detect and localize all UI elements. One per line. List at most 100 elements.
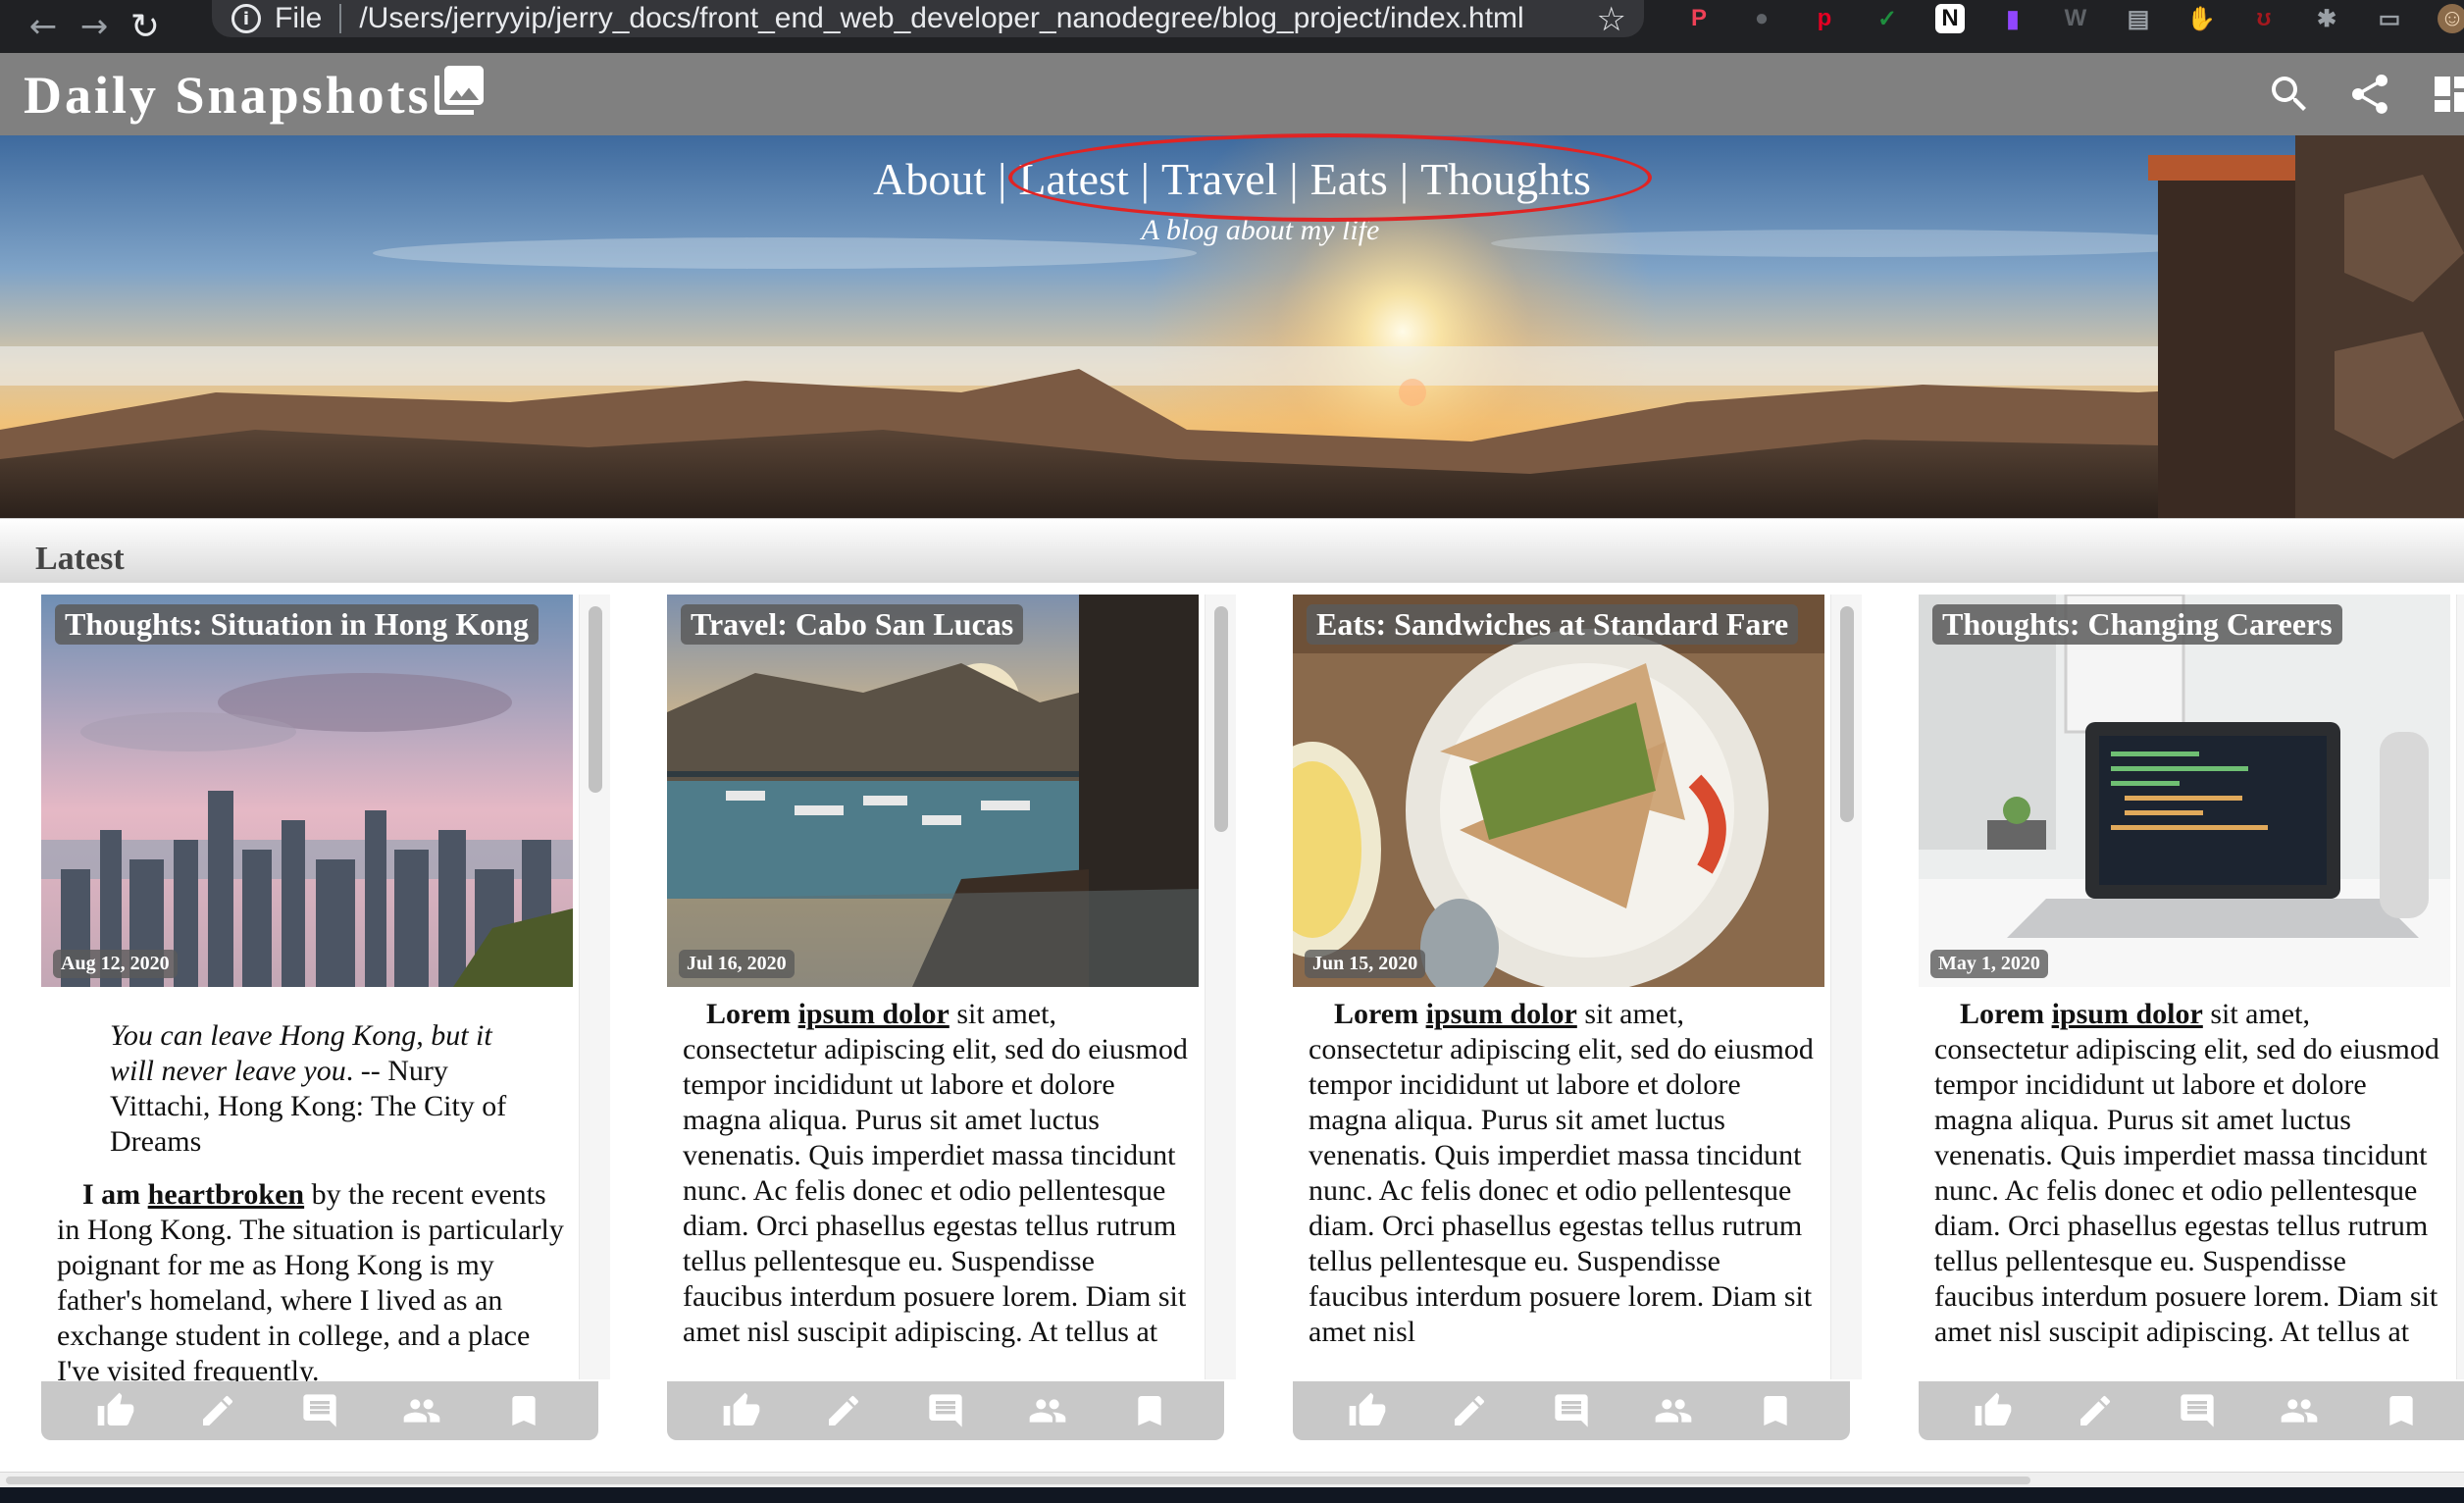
bookmark-button[interactable] [1752, 1387, 1799, 1434]
thumb-up-button[interactable] [718, 1387, 765, 1434]
card-scrollbar[interactable] [2456, 595, 2464, 1379]
comment-button[interactable] [1548, 1387, 1595, 1434]
page-scroll-thumb[interactable] [6, 1477, 2030, 1484]
bookmark-star-icon[interactable]: ☆ [1597, 0, 1626, 39]
pocket-icon[interactable]: P [1668, 0, 1730, 37]
comment-button[interactable] [296, 1387, 343, 1434]
edit-icon [2080, 1395, 2111, 1425]
share-icon[interactable] [2346, 71, 2393, 118]
post-excerpt: Lorem ipsum dolor sit amet, consectetur … [1934, 997, 2446, 1381]
doc-icon-glyph: ▤ [2127, 5, 2150, 32]
people-button[interactable] [398, 1387, 445, 1434]
forward-icon[interactable]: → [69, 0, 120, 53]
post-card-hong-kong[interactable]: Thoughts: Situation in Hong Kong Aug 12,… [41, 595, 616, 1440]
card-action-bar [1293, 1381, 1850, 1440]
bookmark-button[interactable] [500, 1387, 547, 1434]
puzzle-icon-glyph: ✱ [2316, 5, 2337, 32]
check-icon[interactable]: ✓ [1856, 0, 1919, 37]
post-category-title[interactable]: Thoughts: Situation in Hong Kong [55, 604, 539, 645]
avatar-glyph: ☺ [2438, 4, 2464, 33]
twitch-icon[interactable]: ▮ [1981, 0, 2044, 37]
post-image[interactable]: Thoughts: Changing Careers May 1, 2020 [1919, 595, 2450, 987]
post-card-careers[interactable]: Thoughts: Changing Careers May 1, 2020 L… [1919, 595, 2464, 1440]
w-icon[interactable]: W [2044, 0, 2107, 37]
post-category-title[interactable]: Eats: Sandwiches at Standard Fare [1307, 604, 1799, 645]
site-header: Daily Snapshots [0, 53, 2464, 135]
back-icon[interactable]: ← [18, 0, 69, 53]
card-scrollbar[interactable] [579, 595, 610, 1379]
post-category-title[interactable]: Thoughts: Changing Careers [1932, 604, 2342, 645]
nav-link-about[interactable]: About [873, 154, 986, 204]
post-image[interactable]: Eats: Sandwiches at Standard Fare Jun 15… [1293, 595, 1824, 987]
info-icon[interactable]: i [231, 4, 261, 33]
avatar[interactable]: ☺ [2421, 0, 2464, 37]
card-scroll-thumb[interactable] [589, 606, 602, 793]
post-body: sit amet, consectetur adipiscing elit, s… [1934, 998, 2439, 1348]
url-text[interactable]: /Users/jerryyip/jerry_docs/front_end_web… [359, 2, 1523, 35]
extension-toolbar: P ● p ✓ N ▮ W ▤ ✋ ʊ ✱ ▭ ☺ [1668, 0, 2464, 37]
cast-icon[interactable]: ▭ [2358, 0, 2421, 37]
card-action-bar [41, 1381, 598, 1440]
post-paragraph: Lorem ipsum dolor sit amet, consectetur … [1934, 997, 2446, 1350]
notion-icon-glyph: N [1935, 4, 1965, 33]
circle-icon-glyph: ● [1754, 5, 1770, 31]
post-image[interactable]: Travel: Cabo San Lucas Jul 16, 2020 [667, 595, 1199, 987]
thumb-up-button[interactable] [1970, 1387, 2017, 1434]
post-link[interactable]: ipsum dolor [798, 998, 950, 1030]
thumb-up-icon [1975, 1392, 2012, 1425]
hand-icon-glyph: ✋ [2186, 5, 2216, 32]
edit-button[interactable] [2072, 1387, 2119, 1434]
card-scrollbar[interactable] [1830, 595, 1862, 1379]
post-card-cabo[interactable]: Travel: Cabo San Lucas Jul 16, 2020 Lore… [667, 595, 1242, 1440]
pinterest-icon-glyph: p [1817, 5, 1832, 31]
post-link[interactable]: heartbroken [148, 1178, 304, 1211]
page-horizontal-scrollbar[interactable] [0, 1472, 2464, 1487]
card-scroll-thumb[interactable] [1214, 606, 1228, 832]
site-title[interactable]: Daily Snapshots [24, 65, 432, 126]
bookmark-button[interactable] [2378, 1387, 2425, 1434]
post-category-title[interactable]: Travel: Cabo San Lucas [681, 604, 1024, 645]
card-scrollbar[interactable] [1205, 595, 1236, 1379]
bookmark-button[interactable] [1126, 1387, 1173, 1434]
card-scroll-thumb[interactable] [1840, 606, 1854, 822]
thumb-up-button[interactable] [92, 1387, 139, 1434]
bookmark-icon [1138, 1396, 1161, 1425]
ublock-icon-glyph: ʊ [2256, 5, 2272, 31]
edit-button[interactable] [820, 1387, 867, 1434]
people-icon [1029, 1399, 1066, 1423]
post-paragraph: I am heartbroken by the recent events in… [57, 1177, 569, 1381]
people-button[interactable] [1650, 1387, 1697, 1434]
dashboard-icon[interactable] [2429, 71, 2464, 118]
laptop-desk-image [1919, 595, 2450, 987]
pinterest-icon[interactable]: p [1793, 0, 1856, 37]
address-bar[interactable]: i File /Users/jerryyip/jerry_docs/front_… [212, 0, 1644, 39]
post-lead: Lorem [1960, 998, 2045, 1030]
thumb-up-icon [1349, 1392, 1386, 1425]
card-action-bar [1919, 1381, 2464, 1440]
reload-icon[interactable]: ↻ [120, 0, 171, 53]
card-action-bar [667, 1381, 1224, 1440]
puzzle-icon[interactable]: ✱ [2295, 0, 2358, 37]
notion-icon[interactable]: N [1919, 0, 1981, 37]
doc-icon[interactable]: ▤ [2107, 0, 2170, 37]
search-icon[interactable] [2266, 71, 2313, 118]
cabo-marina-image [667, 595, 1199, 987]
post-card-sandwiches[interactable]: Eats: Sandwiches at Standard Fare Jun 15… [1293, 595, 1868, 1440]
edit-icon [203, 1395, 233, 1425]
people-icon [403, 1399, 440, 1423]
sandwich-plate-image [1293, 595, 1824, 987]
thumb-up-button[interactable] [1344, 1387, 1391, 1434]
edit-button[interactable] [194, 1387, 241, 1434]
hand-icon[interactable]: ✋ [2170, 0, 2233, 37]
people-button[interactable] [1024, 1387, 1071, 1434]
circle-icon[interactable]: ● [1730, 0, 1793, 37]
post-link[interactable]: ipsum dolor [2052, 998, 2203, 1030]
comment-button[interactable] [2174, 1387, 2221, 1434]
post-link[interactable]: ipsum dolor [1426, 998, 1577, 1030]
comment-button[interactable] [922, 1387, 969, 1434]
omnibox-divider [339, 4, 342, 33]
edit-button[interactable] [1446, 1387, 1493, 1434]
post-image[interactable]: Thoughts: Situation in Hong Kong Aug 12,… [41, 595, 573, 987]
ublock-icon[interactable]: ʊ [2233, 0, 2295, 37]
people-button[interactable] [2276, 1387, 2323, 1434]
